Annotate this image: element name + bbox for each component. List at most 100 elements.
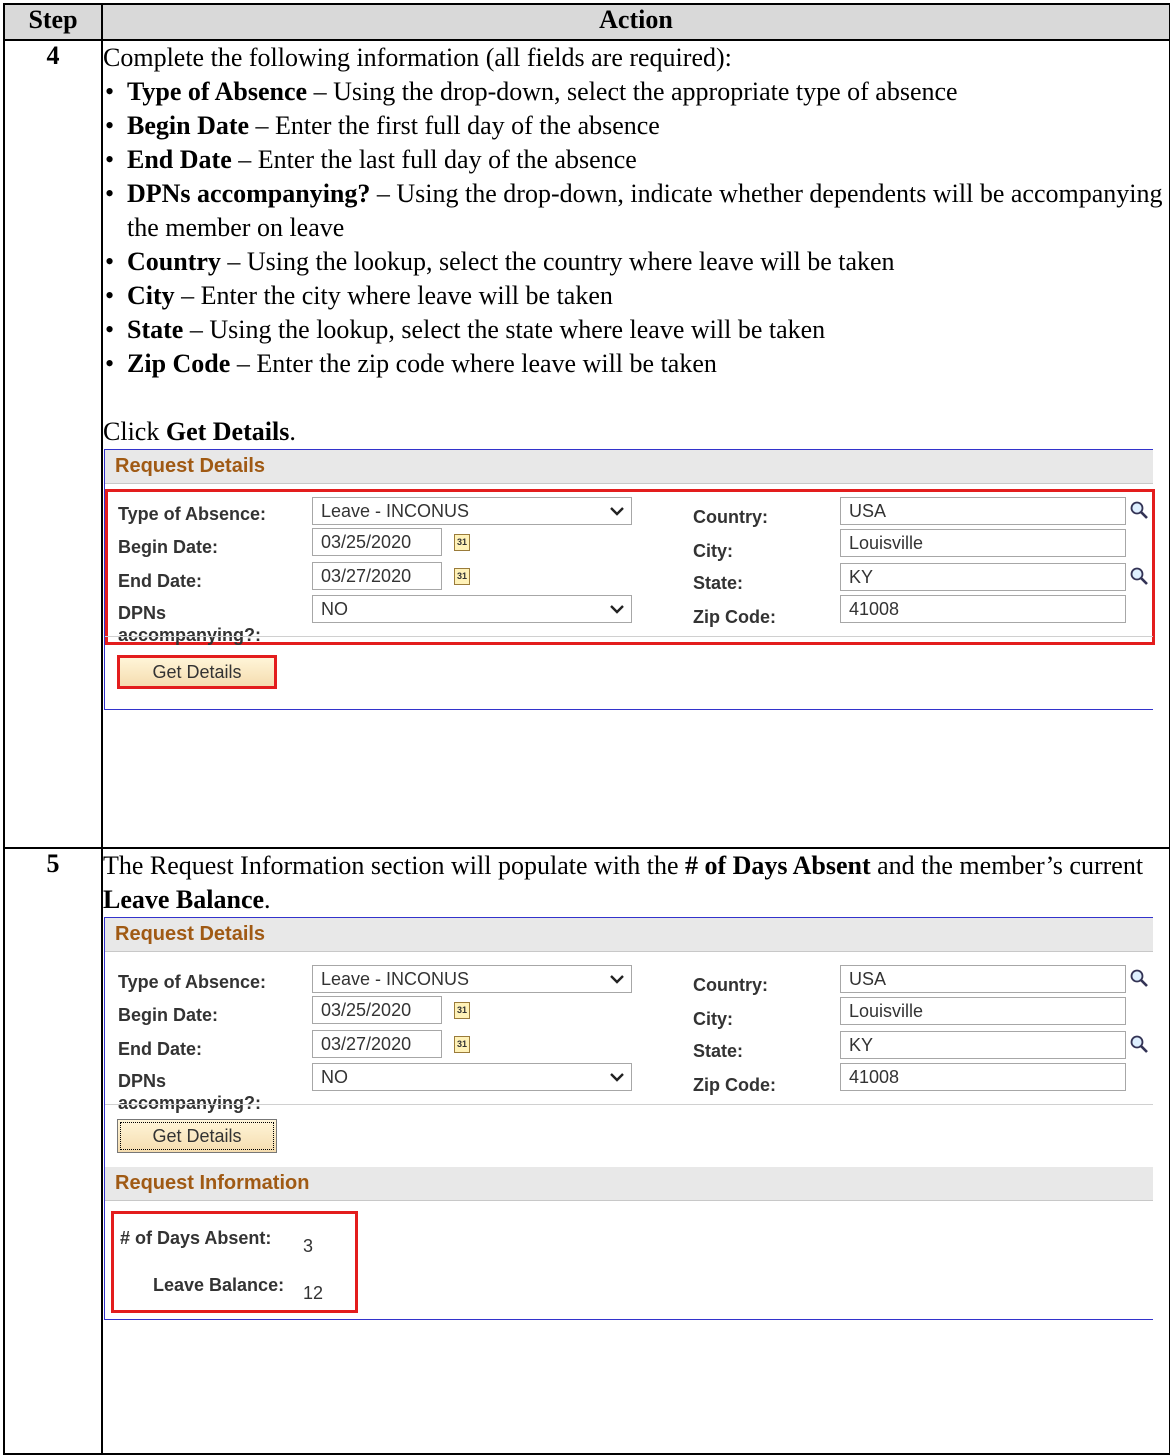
step-number: 4 (3, 39, 103, 849)
type-of-absence-select[interactable]: Leave - INCONUS (312, 497, 632, 525)
text-run: The Request Information section will pop… (103, 851, 685, 880)
step-column-header: Step (3, 3, 103, 41)
request-details-panel: Request Details Type of Absence: Leave -… (104, 449, 1155, 710)
get-details-button[interactable]: Get Details (117, 1119, 277, 1153)
field-term: State (127, 315, 184, 344)
step-4-row: 4 Complete the following information (al… (3, 39, 1170, 849)
field-instructions-list: Type of Absence – Using the drop-down, s… (103, 75, 1169, 381)
chevron-down-icon (610, 1073, 624, 1082)
state-label: State: (693, 1041, 744, 1061)
step-5-description: The Request Information section will pop… (103, 849, 1169, 917)
country-label: Country: (693, 507, 768, 527)
leave-balance-label: Leave Balance: (153, 1275, 285, 1295)
text-run: . (264, 885, 271, 914)
field-description: – Enter the last full day of the absence (231, 145, 637, 174)
field-description: – Using the drop-down, select the approp… (307, 77, 958, 106)
calendar-icon[interactable]: 31 (454, 1036, 470, 1053)
request-details-panel: Request Details Type of Absence: Leave -… (104, 917, 1153, 1320)
button-area: Get Details (105, 1104, 1153, 1167)
click-suffix: . (289, 417, 296, 446)
dpns-select[interactable]: NO (312, 1063, 632, 1091)
procedure-table: Step Action 4 Complete the following inf… (3, 3, 1170, 1455)
section-title: Request Details (105, 918, 1153, 952)
list-item: DPNs accompanying? – Using the drop-down… (103, 177, 1169, 245)
country-label: Country: (693, 975, 768, 995)
begin-date-label: Begin Date: (118, 537, 219, 557)
begin-date-input[interactable]: 03/25/2020 (312, 996, 442, 1024)
step-4-intro: Complete the following information (all … (103, 43, 732, 72)
begin-date-label: Begin Date: (118, 1005, 219, 1025)
type-of-absence-label: Type of Absence: (118, 504, 267, 524)
calendar-icon[interactable]: 31 (454, 1002, 470, 1019)
click-target: Get Details (165, 417, 290, 446)
end-date-input[interactable]: 03/27/2020 (312, 562, 442, 590)
list-item: Country – Using the lookup, select the c… (103, 245, 1169, 279)
section-title: Request Details (105, 450, 1153, 484)
button-area: Get Details (105, 636, 1153, 709)
list-item: Begin Date – Enter the first full day of… (103, 109, 1169, 143)
bold-term: # of Days Absent (684, 851, 871, 880)
click-instruction: Click Get Details. (103, 415, 1169, 449)
action-column-header: Action (101, 3, 1170, 41)
calendar-icon[interactable]: 31 (454, 568, 470, 585)
zip-code-label: Zip Code: (693, 1075, 776, 1095)
click-prefix: Click (103, 417, 166, 446)
end-date-label: End Date: (118, 571, 203, 591)
lookup-magnifier-icon[interactable] (1129, 968, 1149, 988)
step-4-action: Complete the following information (all … (101, 39, 1170, 849)
list-item: State – Using the lookup, select the sta… (103, 313, 1169, 347)
leave-balance-value: 12 (303, 1283, 324, 1303)
field-term: Zip Code (127, 349, 231, 378)
bold-term: Leave Balance (103, 885, 265, 914)
step-5-row: 5 The Request Information section will p… (3, 847, 1170, 1455)
field-description: – Enter the city where leave will be tak… (174, 281, 613, 310)
end-date-input[interactable]: 03/27/2020 (312, 1030, 442, 1058)
dpns-label-line1: DPNs (118, 603, 167, 623)
zip-code-label: Zip Code: (693, 607, 776, 627)
field-description: – Enter the first full day of the absenc… (249, 111, 660, 140)
city-input[interactable]: Louisville (840, 529, 1126, 557)
city-label: City: (693, 1009, 733, 1029)
lookup-magnifier-icon[interactable] (1129, 566, 1149, 586)
state-input[interactable]: KY (840, 1031, 1126, 1059)
field-description: – Enter the zip code where leave will be… (230, 349, 717, 378)
end-date-label: End Date: (118, 1039, 203, 1059)
country-input[interactable]: USA (840, 965, 1126, 993)
type-of-absence-label: Type of Absence: (118, 972, 267, 992)
field-term: City (127, 281, 175, 310)
list-item: Type of Absence – Using the drop-down, s… (103, 75, 1169, 109)
type-of-absence-select[interactable]: Leave - INCONUS (312, 965, 632, 993)
chevron-down-icon (610, 507, 624, 516)
step-5-action: The Request Information section will pop… (101, 847, 1170, 1455)
request-information-title: Request Information (105, 1167, 1153, 1201)
form-area: Type of Absence: Leave - INCONUS Begin D… (105, 952, 1153, 1113)
zip-code-input[interactable]: 41008 (840, 595, 1126, 623)
zip-code-input[interactable]: 41008 (840, 1063, 1126, 1091)
field-term: End Date (127, 145, 232, 174)
select-value: Leave - INCONUS (321, 501, 470, 521)
calendar-icon[interactable]: 31 (454, 534, 470, 551)
select-value: NO (321, 599, 348, 619)
lookup-magnifier-icon[interactable] (1129, 1034, 1149, 1054)
country-input[interactable]: USA (840, 497, 1126, 525)
days-absent-value: 3 (303, 1236, 314, 1256)
field-description: – Using the lookup, select the country w… (220, 247, 895, 276)
list-item: End Date – Enter the last full day of th… (103, 143, 1169, 177)
begin-date-input[interactable]: 03/25/2020 (312, 528, 442, 556)
dpns-label-line1: DPNs (118, 1071, 167, 1091)
header-row: Step Action (3, 3, 1170, 41)
field-term: DPNs accompanying? (127, 179, 371, 208)
lookup-magnifier-icon[interactable] (1129, 500, 1149, 520)
step-number: 5 (3, 847, 103, 1455)
days-absent-label: # of Days Absent: (120, 1228, 272, 1248)
chevron-down-icon (610, 605, 624, 614)
get-details-button[interactable]: Get Details (117, 655, 277, 689)
select-value: NO (321, 1067, 348, 1087)
city-input[interactable]: Louisville (840, 997, 1126, 1025)
chevron-down-icon (610, 975, 624, 984)
dpns-select[interactable]: NO (312, 595, 632, 623)
request-information-area: # of Days Absent: 3 Leave Balance: 12 (105, 1201, 1153, 1319)
city-label: City: (693, 541, 733, 561)
state-input[interactable]: KY (840, 563, 1126, 591)
field-term: Type of Absence (127, 77, 308, 106)
